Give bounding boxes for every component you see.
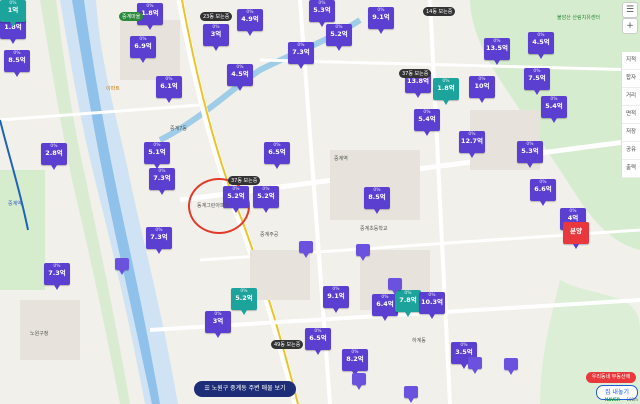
control-item[interactable]: 면적 xyxy=(622,106,640,124)
map-marker[interactable]: 0% 5.3억 xyxy=(517,141,543,168)
location-pin[interactable]: 분양 xyxy=(563,222,589,249)
place-label: 중계7동 xyxy=(170,126,187,132)
map-marker[interactable]: 0% 7.3억 xyxy=(44,263,70,290)
map-marker[interactable]: 0% 4.5억 xyxy=(528,32,554,59)
station-pill[interactable]: 49동 보는중 xyxy=(271,340,304,349)
map-marker[interactable]: 0% 12.7억 xyxy=(459,131,485,158)
map-marker[interactable]: 0%1.8억 xyxy=(433,78,459,105)
map-marker[interactable]: 0% 9.1억 xyxy=(323,286,349,313)
left-park xyxy=(0,170,45,290)
control-item[interactable]: 저장 xyxy=(622,124,640,142)
control-item[interactable]: 출력 xyxy=(622,160,640,178)
control-item[interactable]: 지적 xyxy=(622,52,640,70)
map-marker[interactable]: 0% 5.1억 xyxy=(144,142,170,169)
place-label: 하계동 xyxy=(412,338,426,344)
map-marker[interactable]: 0% 4.9억 xyxy=(237,9,263,36)
brand-logo: NAVER xyxy=(604,397,620,402)
place-label: 중계역 xyxy=(8,201,22,207)
map-marker[interactable]: 0% 7.3억 xyxy=(149,168,175,195)
zoom-in-icon[interactable]: + xyxy=(622,18,638,34)
map-marker[interactable]: 0% 5.2억 xyxy=(326,24,352,51)
place-label: 동계그린아파트 xyxy=(197,203,230,209)
map-marker[interactable]: 0% 5.4억 xyxy=(414,109,440,136)
map-marker[interactable]: 0% 5.2억 xyxy=(253,186,279,213)
map-marker[interactable]: 0% 5.4억 xyxy=(541,96,567,123)
control-item[interactable]: 거리 xyxy=(622,88,640,106)
map-marker[interactable]: 0% 5.2억 xyxy=(231,288,257,315)
map-marker[interactable]: 0% 7.3억 xyxy=(146,227,172,254)
place-label: 이마트 xyxy=(106,86,120,92)
scale-bar: 100m xyxy=(626,397,638,402)
map-marker-small[interactable] xyxy=(115,258,129,275)
store-pill[interactable]: 중계마을 xyxy=(119,12,144,21)
map-marker[interactable]: 0% 6.5억 xyxy=(305,328,331,355)
map-marker-small[interactable] xyxy=(299,241,313,258)
map-marker-small[interactable] xyxy=(504,358,518,375)
map-marker[interactable]: 0% 6.9억 xyxy=(130,36,156,63)
map-controls: 지적 합자 거리 면적 저장 공유 출력 xyxy=(621,52,640,178)
realtor-pill[interactable]: 우리동네 부동산에 xyxy=(586,372,636,383)
map-marker[interactable]: 0% 7.8억 xyxy=(395,290,421,317)
map-marker[interactable]: 0% 8.5억 xyxy=(364,187,390,214)
map-marker[interactable]: 0% 3억 xyxy=(203,24,229,51)
map-marker-small[interactable] xyxy=(468,357,482,374)
map-marker[interactable]: 0% 7.3억 xyxy=(288,42,314,69)
map-marker[interactable]: 0% 7.5억 xyxy=(524,68,550,95)
place-label: 중계초등학교 xyxy=(360,226,388,232)
map-marker[interactable]: 0% 6.1억 xyxy=(156,76,182,103)
place-label: 노원구청 xyxy=(30,331,49,337)
station-pill[interactable]: 37동 보는중 xyxy=(399,69,432,78)
map-marker[interactable]: 0% 10억 xyxy=(469,76,495,103)
map-marker[interactable]: 0% 13.5억 xyxy=(484,38,510,65)
map-marker[interactable]: 0% 9.1억 xyxy=(368,7,394,34)
map-marker[interactable]: 0% 4.5억 xyxy=(227,64,253,91)
control-item[interactable]: 공유 xyxy=(622,142,640,160)
map-marker[interactable]: 0% 10.3억 xyxy=(419,292,445,319)
map-marker[interactable]: 0% 8.2억 xyxy=(342,349,368,376)
place-label: 중계역 xyxy=(334,156,348,162)
control-item[interactable]: 합자 xyxy=(622,70,640,88)
place-label: 불암산 산림치유센터 xyxy=(557,15,600,21)
map-marker[interactable]: 0% 5.3억 xyxy=(309,0,335,27)
map-marker-small[interactable] xyxy=(352,373,366,390)
map-marker[interactable]: 0% 1억 xyxy=(0,0,26,27)
station-pill[interactable]: 14동 보는중 xyxy=(423,7,456,16)
layers-icon[interactable]: ☰ xyxy=(622,2,638,18)
station-pill[interactable]: 23동 보는중 xyxy=(200,12,233,21)
map-marker-small[interactable] xyxy=(404,386,418,403)
place-label: 중계주공 xyxy=(260,232,279,238)
map-marker[interactable]: 0% 6.5억 xyxy=(264,142,290,169)
map-marker[interactable]: 0% 8.5억 xyxy=(4,50,30,77)
map-marker-small[interactable] xyxy=(388,278,402,295)
map-marker-small[interactable] xyxy=(356,244,370,261)
map-marker[interactable]: 0% 3억 xyxy=(205,311,231,338)
station-pill[interactable]: 37동 보는중 xyxy=(228,176,261,185)
map-marker[interactable]: 0% 6.6억 xyxy=(530,179,556,206)
list-nearby-button[interactable]: ☰ 노원구 중계동 주변 매물 보기 xyxy=(194,381,296,397)
map-marker[interactable]: 0% 2.8억 xyxy=(41,143,67,170)
map-app: 0% 1.8억 0% 4.9억 0% 5.3억 0% 9.1억 0% 6.9억 0% 3억 … xyxy=(0,0,640,404)
